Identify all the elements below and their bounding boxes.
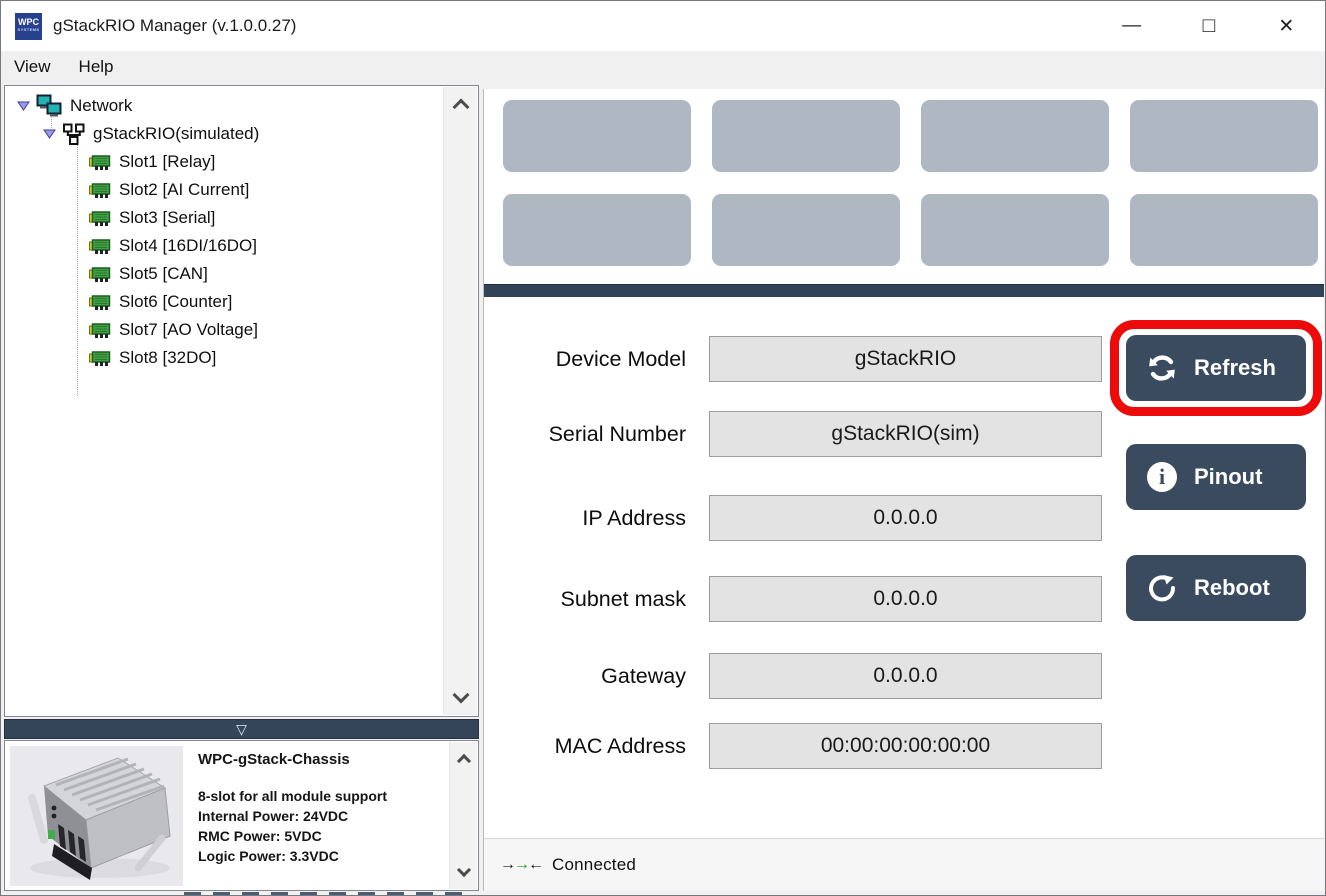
scroll-up-icon[interactable] xyxy=(452,99,469,116)
device-model-label: Device Model xyxy=(484,336,686,382)
module-card-icon xyxy=(89,322,112,339)
tree-item-label: Slot8 [32DO] xyxy=(119,348,216,368)
tree-item-slot4[interactable]: Slot4 [16DI/16DO] xyxy=(5,232,442,260)
product-spec: RMC Power: 5VDC xyxy=(198,826,433,846)
expander-down-icon[interactable] xyxy=(43,129,56,139)
subnet-mask-label: Subnet mask xyxy=(484,576,686,622)
connection-status-text: Connected xyxy=(552,855,636,875)
reboot-button[interactable]: Reboot xyxy=(1126,555,1306,621)
serial-number-field[interactable]: gStackRIO(sim) xyxy=(709,411,1102,457)
tree-item-label: Slot3 [Serial] xyxy=(119,208,215,228)
module-slot-placeholder[interactable] xyxy=(712,100,900,172)
module-slot-placeholder[interactable] xyxy=(503,100,691,172)
product-spec: Logic Power: 3.3VDC xyxy=(198,846,433,866)
scroll-down-icon[interactable] xyxy=(456,863,470,877)
module-slot-placeholder[interactable] xyxy=(503,194,691,266)
panel-splitter[interactable]: ▽ xyxy=(4,719,479,739)
tree-item-slot2[interactable]: Slot2 [AI Current] xyxy=(5,176,442,204)
app-logo-text: WPC xyxy=(18,18,39,26)
menu-bar: View Help xyxy=(1,51,1325,83)
tree-item-label: Network xyxy=(70,96,132,116)
topology-icon xyxy=(62,123,86,146)
tree-item-label: Slot7 [AO Voltage] xyxy=(119,320,258,340)
network-icon xyxy=(36,94,63,118)
module-card-icon xyxy=(89,350,112,367)
product-spec: Internal Power: 24VDC xyxy=(198,806,433,826)
tree-item-slot1[interactable]: Slot1 [Relay] xyxy=(5,148,442,176)
refresh-button-label: Refresh xyxy=(1194,355,1276,381)
device-tree-panel: Network gStackRIO(simulated) Slot1 [Rela… xyxy=(4,85,479,717)
maximize-button[interactable]: □ xyxy=(1186,6,1232,46)
product-scrollbar[interactable] xyxy=(449,742,477,889)
mac-address-field[interactable]: 00:00:00:00:00:00 xyxy=(709,723,1102,769)
gateway-field[interactable]: 0.0.0.0 xyxy=(709,653,1102,699)
product-title: WPC-gStack-Chassis xyxy=(198,751,433,768)
ip-address-field[interactable]: 0.0.0.0 xyxy=(709,495,1102,541)
minimize-button[interactable]: — xyxy=(1109,6,1155,46)
tree-item-device[interactable]: gStackRIO(simulated) xyxy=(5,120,442,148)
ip-address-label: IP Address xyxy=(484,495,686,541)
module-slot-placeholder[interactable] xyxy=(1130,100,1318,172)
device-model-field[interactable]: gStackRIO xyxy=(709,336,1102,382)
module-slot-placeholder[interactable] xyxy=(712,194,900,266)
info-icon: i xyxy=(1146,461,1178,493)
section-separator xyxy=(484,284,1324,297)
tree-scrollbar[interactable] xyxy=(443,87,477,715)
app-window: WPC SYSTEMS gStackRIO Manager (v.1.0.0.2… xyxy=(0,0,1326,896)
tree-item-slot6[interactable]: Slot6 [Counter] xyxy=(5,288,442,316)
gateway-label: Gateway xyxy=(484,653,686,699)
module-card-icon xyxy=(89,294,112,311)
app-logo-icon: WPC SYSTEMS xyxy=(15,13,42,40)
tree-item-slot8[interactable]: Slot8 [32DO] xyxy=(5,344,442,372)
collapse-triangle-icon[interactable]: ▽ xyxy=(236,722,247,736)
menu-view[interactable]: View xyxy=(1,51,65,83)
product-spec: 8-slot for all module support xyxy=(198,786,433,806)
subnet-mask-field[interactable]: 0.0.0.0 xyxy=(709,576,1102,622)
menu-help[interactable]: Help xyxy=(65,51,128,83)
module-card-icon xyxy=(89,182,112,199)
scroll-up-icon[interactable] xyxy=(456,754,470,768)
module-slot-placeholder[interactable] xyxy=(921,194,1109,266)
connection-icon: →→← xyxy=(500,856,542,874)
tree-item-label: gStackRIO(simulated) xyxy=(93,124,259,144)
title-bar: WPC SYSTEMS gStackRIO Manager (v.1.0.0.2… xyxy=(1,1,1325,51)
reboot-icon xyxy=(1146,572,1178,604)
reboot-button-label: Reboot xyxy=(1194,575,1270,601)
device-detail-panel: Device Model gStackRIO Serial Number gSt… xyxy=(483,89,1324,891)
pinout-button-label: Pinout xyxy=(1194,464,1262,490)
serial-number-label: Serial Number xyxy=(484,411,686,457)
module-slot-placeholder[interactable] xyxy=(1130,194,1318,266)
tree-item-label: Slot1 [Relay] xyxy=(119,152,215,172)
scroll-down-icon[interactable] xyxy=(452,687,469,704)
cut-off-content xyxy=(184,892,471,896)
tree-item-label: Slot4 [16DI/16DO] xyxy=(119,236,257,256)
pinout-button[interactable]: i Pinout xyxy=(1126,444,1306,510)
status-bar: →→← Connected xyxy=(484,838,1324,891)
module-card-icon xyxy=(89,238,112,255)
module-card-icon xyxy=(89,210,112,227)
chassis-photo xyxy=(10,746,183,886)
tree-item-network[interactable]: Network xyxy=(5,92,442,120)
close-button[interactable]: ✕ xyxy=(1263,6,1309,46)
tree-item-label: Slot6 [Counter] xyxy=(119,292,232,312)
expander-down-icon[interactable] xyxy=(17,101,30,111)
refresh-icon xyxy=(1146,352,1178,384)
window-title: gStackRIO Manager (v.1.0.0.27) xyxy=(53,16,296,36)
refresh-button[interactable]: Refresh xyxy=(1126,335,1306,401)
app-logo-subtext: SYSTEMS xyxy=(18,26,40,34)
tree-item-label: Slot5 [CAN] xyxy=(119,264,208,284)
mac-address-label: MAC Address xyxy=(484,723,686,769)
module-card-icon xyxy=(89,154,112,171)
window-controls: — □ ✕ xyxy=(1093,1,1325,51)
product-info-panel: WPC-gStack-Chassis 8-slot for all module… xyxy=(4,740,479,891)
module-slot-placeholder[interactable] xyxy=(921,100,1109,172)
tree-item-slot5[interactable]: Slot5 [CAN] xyxy=(5,260,442,288)
tree-item-slot3[interactable]: Slot3 [Serial] xyxy=(5,204,442,232)
module-card-icon xyxy=(89,266,112,283)
tree-item-slot7[interactable]: Slot7 [AO Voltage] xyxy=(5,316,442,344)
tree-item-label: Slot2 [AI Current] xyxy=(119,180,249,200)
